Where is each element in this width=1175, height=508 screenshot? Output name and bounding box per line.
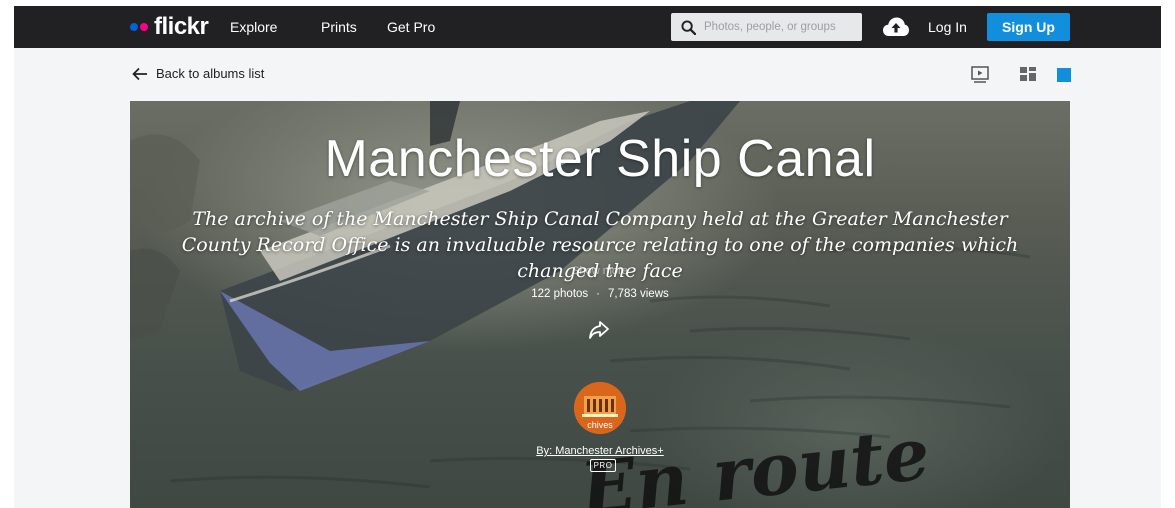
- arrow-left-icon: [132, 67, 147, 80]
- back-label: Back to albums list: [156, 66, 265, 81]
- search-input[interactable]: [704, 21, 854, 33]
- flickr-logo[interactable]: flickr: [130, 13, 209, 40]
- avatar-caption: chives: [587, 420, 613, 430]
- signup-button[interactable]: Sign Up: [987, 13, 1070, 41]
- nav-prints-link[interactable]: Prints: [321, 19, 357, 35]
- search-icon: [681, 19, 696, 35]
- logo-pink-dot: [140, 23, 148, 31]
- top-nav: flickr Explore Prints Get Pro Log In Sig…: [14, 6, 1161, 48]
- grid-view-icon[interactable]: [1020, 66, 1036, 82]
- back-to-albums-link[interactable]: Back to albums list: [132, 66, 264, 81]
- pro-badge: PRO: [590, 459, 616, 472]
- nav-explore-link[interactable]: Explore: [230, 19, 277, 35]
- search-box[interactable]: [671, 13, 862, 41]
- stats-separator: ·: [596, 288, 601, 300]
- owner-link[interactable]: By: Manchester Archives+: [130, 445, 1070, 457]
- slideshow-icon[interactable]: [971, 66, 989, 83]
- album-stats: 122 photos · 7,783 views: [130, 288, 1070, 300]
- avatar-image: chives: [574, 382, 626, 434]
- photo-count: 122 photos: [531, 288, 589, 300]
- album-hero: En route Manchester Ship Canal The archi…: [130, 101, 1070, 508]
- login-link[interactable]: Log In: [928, 19, 967, 35]
- detail-view-icon[interactable]: [1057, 68, 1071, 82]
- album-title: Manchester Ship Canal: [324, 130, 876, 188]
- upload-cloud-icon[interactable]: [882, 16, 910, 38]
- page: flickr Explore Prints Get Pro Log In Sig…: [14, 6, 1161, 508]
- view-count: 7,783 views: [608, 288, 669, 300]
- hero-script-text: En route: [575, 410, 934, 508]
- show-more-link[interactable]: Show more: [130, 265, 1070, 277]
- owner-avatar[interactable]: chives: [574, 382, 626, 434]
- logo-text: flickr: [154, 13, 209, 40]
- nav-get-pro-link[interactable]: Get Pro: [387, 19, 435, 35]
- logo-blue-dot: [130, 23, 138, 31]
- share-icon[interactable]: [588, 320, 610, 340]
